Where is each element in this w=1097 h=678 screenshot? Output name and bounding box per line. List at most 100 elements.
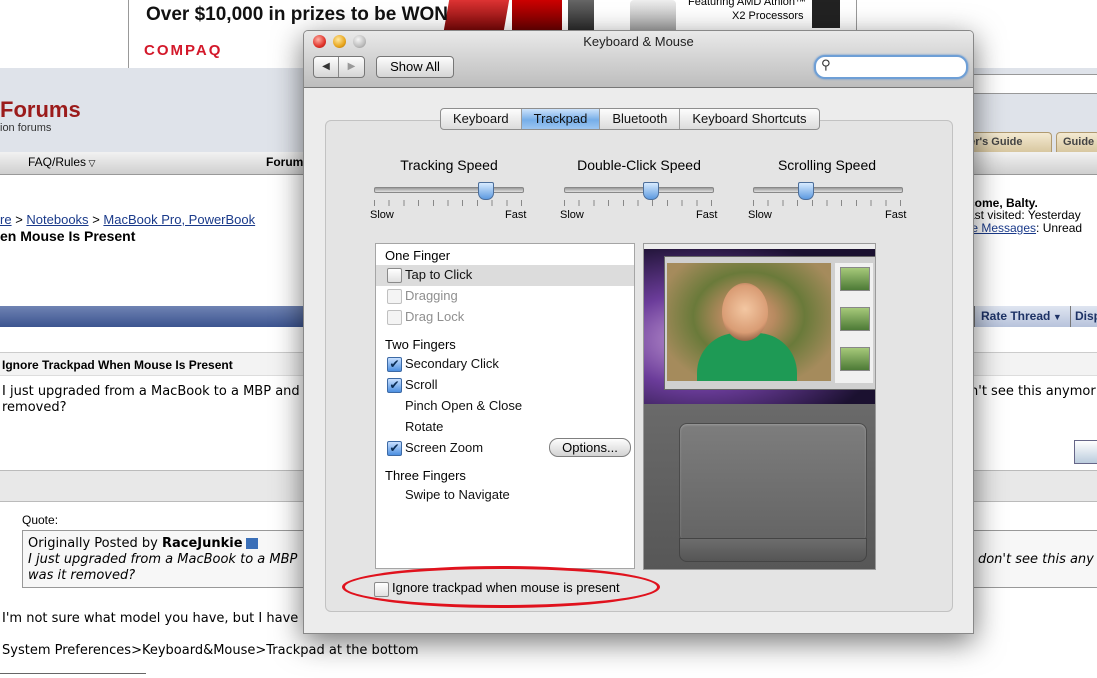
quote-text: I just upgraded from a MacBook to a MBP … <box>28 552 318 584</box>
slider-min-label: Slow <box>370 209 394 221</box>
history-nav: ◀ ▶ <box>313 56 365 78</box>
quote-text-line: I just upgraded from a MacBook to a MBP <box>28 552 298 567</box>
list-item-rotate[interactable]: Rotate <box>376 417 634 438</box>
nav-faq-link[interactable]: FAQ/Rules ▽ <box>28 155 95 169</box>
preferences-search-input[interactable]: ⚲ <box>814 55 968 79</box>
highlight-annotation-oval <box>342 566 660 608</box>
post-text-right: n't see this anymor <box>970 384 1096 399</box>
swipe-label: Swipe to Navigate <box>405 487 510 502</box>
signature-divider <box>0 673 146 674</box>
slider-min-label: Slow <box>560 209 584 221</box>
breadcrumb-separator: > <box>15 212 23 227</box>
tab-bluetooth[interactable]: Bluetooth <box>600 109 681 129</box>
quote-text-line: was it removed? <box>28 568 136 583</box>
tap-to-click-label: Tap to Click <box>405 267 473 282</box>
list-item-swipe[interactable]: Swipe to Navigate <box>376 485 634 506</box>
list-item-scroll[interactable]: ✔ Scroll <box>376 375 634 396</box>
pinch-label: Pinch Open & Close <box>405 398 523 413</box>
preview-thumbnail <box>840 347 870 371</box>
site-tab-guide[interactable]: Guide <box>1056 132 1097 152</box>
dragging-label: Dragging <box>405 288 458 303</box>
window-titlebar[interactable]: Keyboard & Mouse ◀ ▶ Show All ⚲ <box>304 31 973 88</box>
tracking-speed-slider[interactable] <box>374 187 524 193</box>
back-button[interactable]: ◀ <box>314 57 339 77</box>
double-click-speed-slider[interactable] <box>564 187 714 193</box>
list-item-tap-to-click[interactable]: Tap to Click <box>376 265 634 286</box>
tab-trackpad[interactable]: Trackpad <box>521 109 601 129</box>
ad-headline: Over $10,000 in prizes to be WON <box>146 4 448 25</box>
breadcrumb-link-notebooks[interactable]: Notebooks <box>26 212 88 227</box>
secondary-click-checkbox[interactable]: ✔ <box>387 357 402 372</box>
scrolling-speed-thumb[interactable] <box>797 182 814 200</box>
scrolling-speed-slider[interactable] <box>753 187 903 193</box>
view-post-icon[interactable] <box>245 538 258 549</box>
ad-amd-line: X2 Processors <box>732 10 804 22</box>
list-item-secondary-click[interactable]: ✔ Secondary Click <box>376 354 634 375</box>
private-messages-link[interactable]: te Messages <box>968 221 1036 235</box>
slider-ticks <box>564 200 712 206</box>
list-item-dragging[interactable]: Dragging <box>376 286 634 307</box>
quote-text-right: I don't see this any <box>970 552 1094 567</box>
list-item-drag-lock[interactable]: Drag Lock <box>376 307 634 328</box>
quote-label: Quote: <box>22 513 59 527</box>
ad-amd-line: Featuring AMD Athlon™ <box>688 0 807 8</box>
breadcrumb: re > Notebooks > MacBook Pro, PowerBook <box>0 212 255 227</box>
scroll-checkbox[interactable]: ✔ <box>387 378 402 393</box>
screen-zoom-checkbox[interactable]: ✔ <box>387 441 402 456</box>
rotate-label: Rotate <box>405 419 444 434</box>
ad-product-image <box>630 0 676 34</box>
preview-photo-image <box>667 263 831 381</box>
slider-max-label: Fast <box>696 209 718 221</box>
group-three-fingers: Three Fingers <box>385 468 466 483</box>
amd-chip-logo <box>812 0 840 28</box>
drag-lock-checkbox[interactable] <box>387 310 402 325</box>
private-messages: te Messages: Unread <box>968 221 1082 235</box>
screen-zoom-options-button[interactable]: Options... <box>549 438 631 457</box>
site-search-input[interactable] <box>970 74 1097 94</box>
slider-ticks <box>753 200 901 206</box>
preview-thumbnail <box>840 267 870 291</box>
search-icon: ⚲ <box>821 58 831 73</box>
preview-photo-face <box>722 283 768 341</box>
dragging-checkbox[interactable] <box>387 289 402 304</box>
tab-keyboard[interactable]: Keyboard <box>441 109 522 129</box>
show-all-button[interactable]: Show All <box>376 56 454 78</box>
double-click-speed-label: Double-Click Speed <box>577 157 701 173</box>
preview-menubar <box>644 244 875 249</box>
reply-text-line: System Preferences>Keyboard&Mouse>Trackp… <box>2 643 419 658</box>
preferences-content: Keyboard Trackpad Bluetooth Keyboard Sho… <box>304 88 973 633</box>
nav-forum-link[interactable]: Forum <box>266 155 303 169</box>
breadcrumb-link-macbook-pro[interactable]: MacBook Pro, PowerBook <box>103 212 255 227</box>
last-visited-text: ast visited: Yesterday <box>968 208 1081 222</box>
tab-keyboard-shortcuts[interactable]: Keyboard Shortcuts <box>680 109 818 129</box>
quote-author: RaceJunkie <box>161 536 243 551</box>
thread-title: en Mouse Is Present <box>0 228 136 244</box>
quote-prefix: Originally Posted by <box>28 536 162 551</box>
gesture-list[interactable]: One Finger Tap to Click Dragging Drag Lo… <box>375 243 635 569</box>
keyboard-mouse-window: Keyboard & Mouse ◀ ▶ Show All ⚲ Keyboard… <box>303 30 974 634</box>
rate-thread-label: Rate Thread <box>981 309 1051 323</box>
slider-max-label: Fast <box>505 209 527 221</box>
screen-zoom-label: Screen Zoom <box>405 440 484 455</box>
reply-quote-icon[interactable] <box>1074 440 1097 464</box>
preview-trackpad-surface <box>679 423 867 543</box>
site-title[interactable]: Forums <box>0 97 81 123</box>
scrolling-speed-label: Scrolling Speed <box>777 157 877 173</box>
slider-ticks <box>374 200 522 206</box>
group-two-fingers: Two Fingers <box>385 337 456 352</box>
display-mode-button[interactable]: Disp <box>1070 306 1097 327</box>
scroll-label: Scroll <box>405 377 438 392</box>
breadcrumb-link-home[interactable]: re <box>0 212 12 227</box>
preview-thumbnail <box>840 307 870 331</box>
rate-thread-button[interactable]: Rate Thread ▼ <box>974 306 1070 327</box>
drag-lock-label: Drag Lock <box>405 309 465 324</box>
list-item-pinch[interactable]: Pinch Open & Close <box>376 396 634 417</box>
double-click-speed-thumb[interactable] <box>642 182 659 200</box>
slider-min-label: Slow <box>748 209 772 221</box>
slider-max-label: Fast <box>885 209 907 221</box>
preview-window-image <box>664 256 875 390</box>
tracking-speed-thumb[interactable] <box>478 182 494 200</box>
nav-faq-label: FAQ/Rules <box>28 155 87 169</box>
forward-button[interactable]: ▶ <box>339 57 364 77</box>
tap-to-click-checkbox[interactable] <box>387 268 402 283</box>
